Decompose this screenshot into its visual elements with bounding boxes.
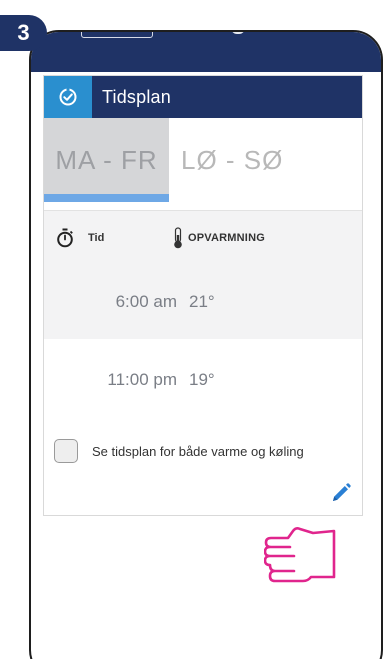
schedule-temperature: 21° bbox=[189, 291, 215, 311]
heating-cooling-label: Se tidsplan for både varme og køling bbox=[92, 443, 304, 459]
pointing-hand-icon bbox=[264, 527, 336, 583]
page-title: Tidsplan bbox=[102, 86, 171, 107]
phone-status-area bbox=[31, 32, 381, 72]
heating-cooling-option: Se tidsplan for både varme og køling bbox=[54, 439, 304, 463]
header-bar: Tidsplan bbox=[92, 76, 362, 118]
pencil-icon bbox=[333, 483, 351, 501]
thermometer-icon bbox=[174, 227, 182, 249]
heating-column-label: OPVARMNING bbox=[188, 232, 265, 244]
screenshot-canvas: 3 Tidsplan MA - FR LØ - SØ Tid OPVARMNIN… bbox=[0, 0, 386, 659]
schedule-temperature: 19° bbox=[189, 370, 215, 389]
tab-weekend[interactable]: LØ - SØ bbox=[169, 118, 362, 202]
schedule-row[interactable]: 11:00 pm 19° bbox=[44, 339, 362, 421]
edit-button[interactable] bbox=[330, 482, 352, 504]
schedule-card: Tidsplan MA - FR LØ - SØ Tid OPVARMNING … bbox=[43, 75, 363, 516]
schedule-row[interactable]: 6:00 am 21° bbox=[44, 264, 362, 340]
stopwatch-icon bbox=[57, 228, 73, 248]
heating-column-header: OPVARMNING bbox=[172, 227, 265, 249]
time-column-header: Tid bbox=[56, 228, 104, 248]
schedule-time: 11:00 pm bbox=[107, 370, 177, 389]
tab-weekdays[interactable]: MA - FR bbox=[44, 118, 169, 202]
time-column-label: Tid bbox=[88, 232, 105, 244]
schedule-time: 6:00 am bbox=[115, 291, 177, 311]
schedule-header: Tidsplan bbox=[44, 76, 362, 118]
phone-notch bbox=[231, 32, 245, 34]
column-header: Tid OPVARMNING bbox=[44, 210, 362, 265]
header-icon-box bbox=[44, 76, 92, 118]
heating-cooling-checkbox[interactable] bbox=[54, 439, 78, 463]
step-badge: 3 bbox=[0, 15, 47, 51]
schedule-check-icon bbox=[59, 88, 77, 106]
phone-notch-outline bbox=[81, 32, 153, 38]
day-tabs: MA - FR LØ - SØ bbox=[44, 118, 362, 202]
